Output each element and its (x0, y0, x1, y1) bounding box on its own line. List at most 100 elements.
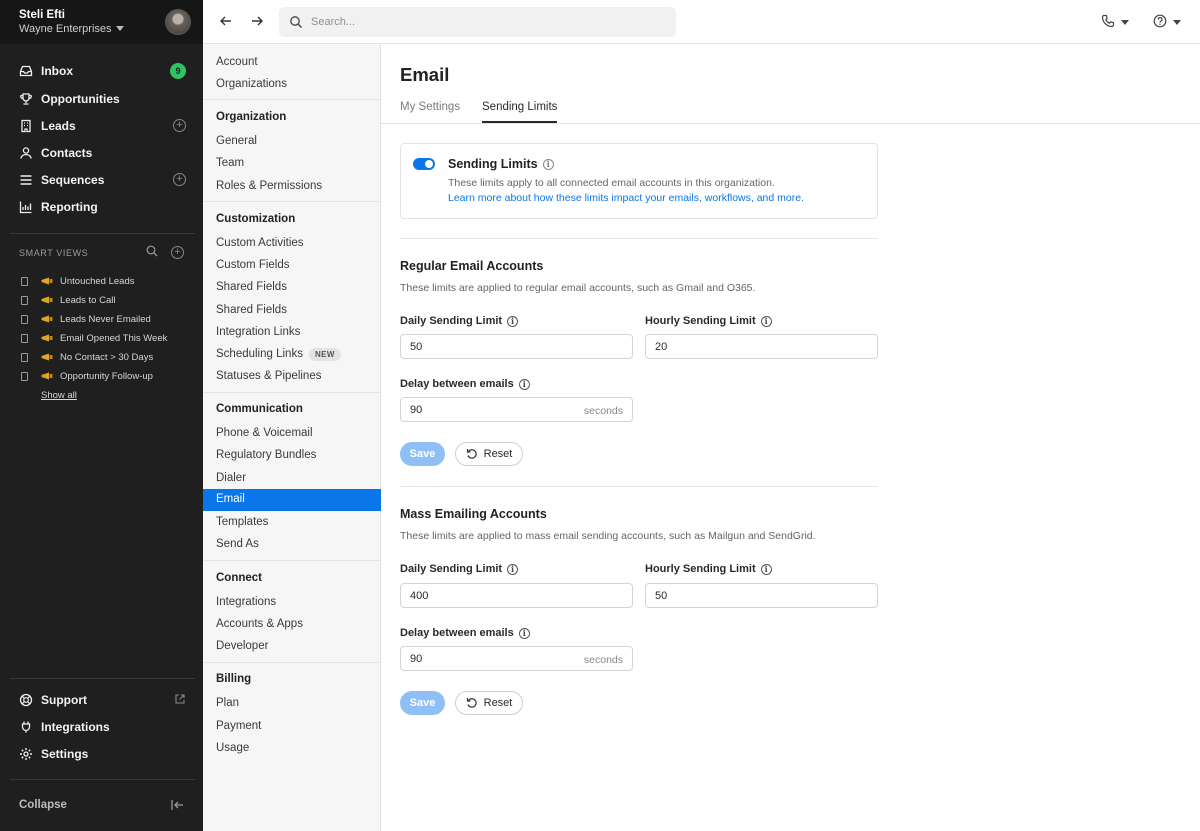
info-icon[interactable]: i (760, 563, 772, 575)
delay-label: Delay between emails i (400, 378, 530, 390)
hourly-limit-label: Hourly Sending Limit i (645, 315, 772, 327)
tab-my-settings[interactable]: My Settings (400, 101, 460, 123)
nav-label: Reporting (41, 200, 98, 214)
building-icon (19, 119, 33, 133)
search-icon[interactable] (146, 245, 158, 257)
nav-label: Support (41, 693, 87, 707)
user-name: Steli Efti (19, 9, 66, 21)
settings-item-account[interactable]: Account (216, 54, 258, 70)
nav-leads[interactable]: Leads + (19, 117, 189, 135)
regular-reset-button[interactable]: Reset (455, 442, 523, 466)
sending-limits-card: Sending Limits i These limits apply to al… (400, 143, 878, 219)
delay-label: Delay between emails i (400, 627, 530, 639)
search-input[interactable] (311, 13, 661, 31)
add-sequence-icon[interactable]: + (173, 173, 186, 186)
lifebuoy-icon (19, 693, 33, 707)
phone-icon (1101, 14, 1115, 31)
add-lead-icon[interactable]: + (173, 119, 186, 132)
settings-item-phone[interactable]: Phone & Voicemail (216, 425, 313, 441)
divider (203, 560, 381, 561)
settings-item-shared-fields-2[interactable]: Shared Fields (216, 302, 287, 318)
mass-reset-button[interactable]: Reset (455, 691, 523, 715)
smart-view-item[interactable]: No Contact > 30 Days (21, 350, 153, 364)
settings-item-developer[interactable]: Developer (216, 638, 268, 654)
settings-item-shared-fields[interactable]: Shared Fields (216, 279, 287, 295)
undo-icon (466, 449, 477, 459)
list-icon (19, 173, 33, 187)
nav-label: Opportunities (41, 92, 120, 106)
forward-arrow-icon[interactable] (249, 13, 265, 29)
info-icon[interactable]: i (507, 315, 519, 327)
caret-down-icon (115, 26, 124, 31)
avatar[interactable] (165, 9, 191, 35)
learn-more-link[interactable]: Learn more about how these limits impact… (448, 192, 804, 204)
settings-item-plan[interactable]: Plan (216, 695, 239, 711)
show-all-link[interactable]: Show all (41, 390, 77, 401)
settings-item-email[interactable]: Email (203, 489, 381, 511)
settings-item-regulatory[interactable]: Regulatory Bundles (216, 447, 316, 463)
hourly-limit-label: Hourly Sending Limit i (645, 563, 772, 575)
nav-opportunities[interactable]: Opportunities (19, 90, 189, 108)
nav-contacts[interactable]: Contacts (19, 144, 189, 162)
external-link-icon (174, 693, 186, 708)
nav-settings[interactable]: Settings (19, 745, 189, 763)
sending-limits-toggle[interactable] (413, 158, 435, 170)
nav-reporting[interactable]: Reporting (19, 198, 189, 216)
info-icon[interactable]: i (518, 378, 530, 390)
regular-delay-input[interactable]: 90 seconds (400, 397, 633, 422)
info-icon[interactable]: i (542, 158, 554, 170)
regular-save-button[interactable]: Save (400, 442, 445, 466)
help-menu-button[interactable] (1153, 14, 1183, 30)
mass-hourly-limit-input[interactable] (645, 583, 878, 608)
mass-delay-input[interactable]: 90 seconds (400, 646, 633, 671)
settings-item-team[interactable]: Team (216, 155, 244, 171)
regular-daily-limit-input[interactable] (400, 334, 633, 359)
nav-sequences[interactable]: Sequences + (19, 171, 189, 189)
back-arrow-icon[interactable] (218, 13, 234, 29)
tab-sending-limits[interactable]: Sending Limits (482, 101, 558, 123)
smart-view-item[interactable]: Untouched Leads (21, 274, 134, 288)
settings-item-templates[interactable]: Templates (216, 514, 268, 530)
mass-daily-limit-input[interactable] (400, 583, 633, 608)
megaphone-icon (41, 296, 53, 304)
settings-item-dialer[interactable]: Dialer (216, 470, 246, 486)
info-icon[interactable]: i (760, 315, 772, 327)
settings-menu: Account Organizations Organization Gener… (203, 44, 381, 831)
settings-item-payment[interactable]: Payment (216, 718, 261, 734)
search-bar[interactable] (279, 7, 676, 37)
add-smart-view-icon[interactable]: + (171, 246, 184, 259)
smart-view-item[interactable]: Leads to Call (21, 293, 115, 307)
settings-item-roles[interactable]: Roles & Permissions (216, 178, 322, 194)
settings-item-integration-links[interactable]: Integration Links (216, 324, 300, 340)
info-icon[interactable]: i (507, 563, 519, 575)
phone-menu-button[interactable] (1101, 14, 1131, 30)
org-switcher[interactable]: Steli Efti Wayne Enterprises (0, 0, 203, 44)
regular-accounts-description: These limits are applied to regular emai… (400, 282, 756, 294)
nav-integrations[interactable]: Integrations (19, 718, 189, 736)
regular-hourly-limit-input[interactable] (645, 334, 878, 359)
settings-item-general[interactable]: General (216, 133, 257, 149)
collapse-icon[interactable] (171, 799, 184, 811)
mass-save-button[interactable]: Save (400, 691, 445, 715)
nav-support[interactable]: Support (19, 691, 189, 709)
settings-item-scheduling-links[interactable]: Scheduling Links NEW (216, 346, 341, 362)
settings-item-send-as[interactable]: Send As (216, 536, 259, 552)
settings-item-custom-fields[interactable]: Custom Fields (216, 257, 290, 273)
settings-item-integrations[interactable]: Integrations (216, 594, 276, 610)
settings-item-usage[interactable]: Usage (216, 740, 249, 756)
document-icon (21, 333, 28, 343)
chart-icon (19, 200, 33, 214)
settings-item-custom-activities[interactable]: Custom Activities (216, 235, 304, 251)
info-icon[interactable]: i (518, 627, 530, 639)
settings-item-accounts-apps[interactable]: Accounts & Apps (216, 616, 303, 632)
smart-view-item[interactable]: Opportunity Follow-up (21, 369, 153, 383)
megaphone-icon (41, 353, 53, 361)
settings-item-statuses[interactable]: Statuses & Pipelines (216, 368, 321, 384)
smart-view-item[interactable]: Leads Never Emailed (21, 312, 151, 326)
mass-accounts-description: These limits are applied to mass email s… (400, 530, 816, 542)
smart-view-item[interactable]: Email Opened This Week (21, 331, 167, 345)
nav-inbox[interactable]: Inbox 9 (19, 62, 189, 80)
settings-item-organizations[interactable]: Organizations (216, 76, 287, 92)
divider (10, 779, 195, 780)
collapse-button[interactable]: Collapse (19, 799, 67, 811)
